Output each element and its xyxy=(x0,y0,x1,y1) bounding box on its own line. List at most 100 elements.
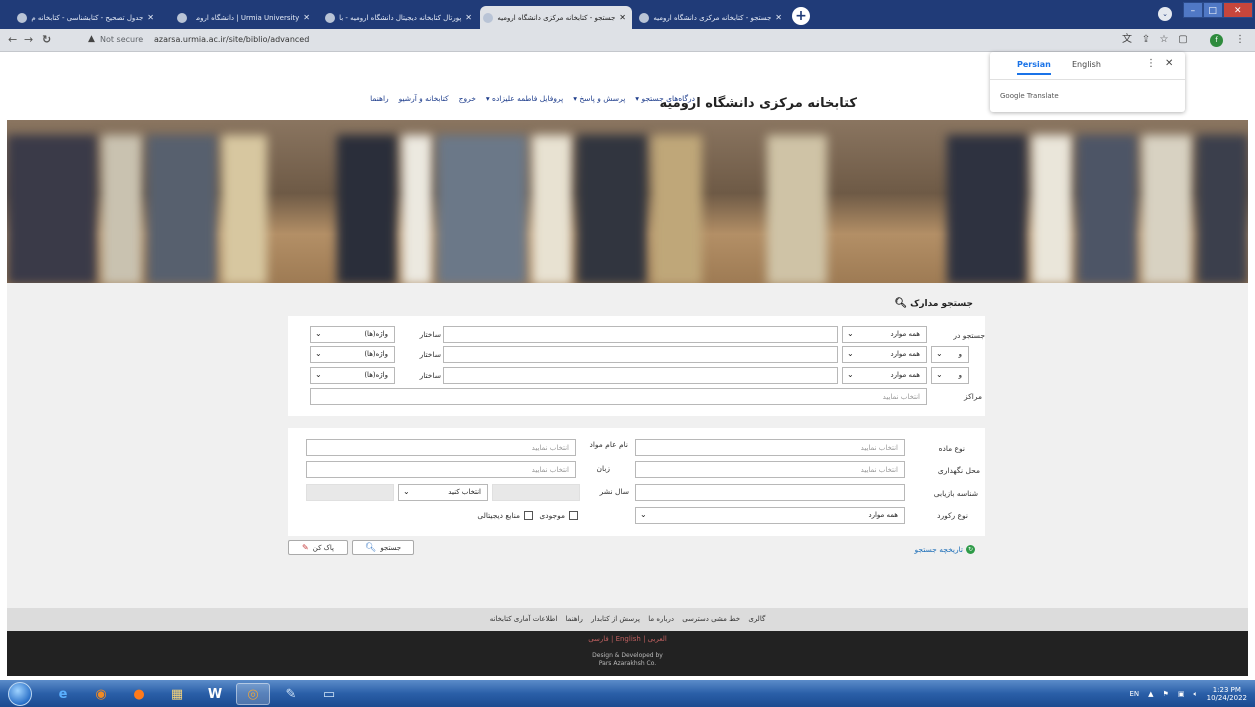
close-icon[interactable]: ✕ xyxy=(1165,58,1173,69)
credit-line-2: Pars Azarakhsh Co. xyxy=(598,660,657,667)
favicon-icon xyxy=(639,12,650,23)
profile-avatar[interactable]: f xyxy=(1210,34,1223,47)
footer-links: گالری خط مشی دسترسی درباره ما پرسش از کت… xyxy=(7,608,1248,631)
structure-select[interactable]: واژه(ها) ⌄ xyxy=(310,346,395,363)
operator-select[interactable]: و ⌄ xyxy=(931,367,969,384)
available-checkbox[interactable] xyxy=(569,511,578,520)
retrieval-id-input[interactable] xyxy=(635,484,905,501)
keyword-input[interactable] xyxy=(443,367,838,384)
close-tab-icon[interactable]: ✕ xyxy=(775,13,782,22)
close-tab-icon[interactable]: ✕ xyxy=(465,13,472,22)
footer-link-ask[interactable]: پرسش از کتابدار xyxy=(591,615,640,623)
keyword-input[interactable] xyxy=(443,326,838,343)
translate-lang-persian[interactable]: Persian xyxy=(1017,60,1051,75)
pub-year-from-input[interactable] xyxy=(306,484,394,501)
eraser-icon: ✎ xyxy=(302,543,309,552)
close-tab-icon[interactable]: ✕ xyxy=(619,13,626,22)
centers-input[interactable]: انتخاب نمایید xyxy=(310,388,927,405)
nav-logout[interactable]: خروج xyxy=(459,94,476,103)
close-window-icon[interactable]: ✕ xyxy=(1222,2,1253,18)
field-select[interactable]: همه موارد ⌄ xyxy=(842,367,927,384)
footer-link-about[interactable]: درباره ما xyxy=(648,615,674,623)
location-input[interactable]: انتخاب نمایید xyxy=(635,461,905,478)
menu-dots-icon[interactable]: ⋮ xyxy=(1146,58,1156,69)
material-type-label: نوع ماده xyxy=(938,444,965,453)
translate-icon[interactable]: 文 xyxy=(1120,33,1134,47)
nav-portals[interactable]: درگاه‌های جستجو ▾ xyxy=(635,94,695,103)
forward-arrow-icon[interactable]: → xyxy=(24,33,33,46)
pub-year-to-input[interactable] xyxy=(492,484,580,501)
main-nav: درگاه‌های جستجو ▾ پرسش و پاسخ ▾ پروفایل … xyxy=(275,94,695,103)
field-select[interactable]: همه موارد ⌄ xyxy=(842,326,927,343)
clear-button-label: پاک کن xyxy=(312,543,334,552)
share-icon[interactable]: ⇪ xyxy=(1139,33,1153,47)
search-button[interactable]: جستجو 🔍︎ xyxy=(352,540,414,555)
maximize-icon[interactable]: □ xyxy=(1202,2,1223,18)
browser-tab[interactable]: ✕ Urmia University | دانشگاه ارومیه xyxy=(196,6,316,29)
back-arrow-icon[interactable]: ← xyxy=(8,33,17,46)
footer-link-gallery[interactable]: گالری xyxy=(748,615,765,623)
browser-tab[interactable]: ✕ جستجو - کتابخانه مرکزی دانشگاه ارومیه xyxy=(636,6,788,29)
digital-checkbox[interactable] xyxy=(524,511,533,520)
minimize-icon[interactable]: – xyxy=(1183,2,1203,18)
available-label: موجودی xyxy=(539,511,565,520)
browser-tab-active[interactable]: ✕ جستجو - کتابخانه مرکزی دانشگاه ارومیه xyxy=(480,6,632,29)
flag-icon[interactable]: ⚑ xyxy=(1163,690,1169,698)
side-panel-icon[interactable]: ▢ xyxy=(1176,33,1190,47)
operator-select-value: و xyxy=(958,350,962,358)
nav-qa[interactable]: پرسش و پاسخ ▾ xyxy=(573,94,625,103)
clear-button[interactable]: پاک کن ✎ xyxy=(288,540,348,555)
address-bar[interactable]: ▲ Not secure azarsa.urmia.ac.ir/site/bib… xyxy=(82,32,1112,49)
search-icon: 🔍︎ xyxy=(364,542,377,553)
search-in-label: جستجو در xyxy=(953,331,985,340)
bookmark-star-icon[interactable]: ☆ xyxy=(1157,33,1171,47)
language-indicator[interactable]: EN xyxy=(1129,690,1139,698)
footer-language-links[interactable]: فارسی | English | العربی xyxy=(7,635,1248,643)
chrome-icon[interactable]: ◎ xyxy=(236,683,270,705)
reload-icon[interactable]: ↻ xyxy=(42,33,51,46)
browser-tab[interactable]: ✕ جدول تصحیح - کتابشناسی - کتابخانه م xyxy=(4,6,160,29)
structure-label: ساختار xyxy=(419,330,441,339)
nav-help[interactable]: راهنما xyxy=(370,94,389,103)
search-history-link[interactable]: ↻ تاریخچه جستجو xyxy=(915,545,975,554)
digital-label: منابع دیجیتالی xyxy=(477,511,520,520)
firefox-icon[interactable]: ● xyxy=(122,683,156,705)
tray-arrow-icon[interactable]: ▲ xyxy=(1148,690,1153,698)
pub-year-operator-select[interactable]: انتخاب کنید ⌄ xyxy=(398,484,488,501)
nav-profile[interactable]: پروفایل فاطمه علیزاده ▾ xyxy=(486,94,563,103)
operator-select[interactable]: و ⌄ xyxy=(931,346,969,363)
structure-select[interactable]: واژه(ها) ⌄ xyxy=(310,367,395,384)
window-icon[interactable]: ▭ xyxy=(312,683,346,705)
volume-icon[interactable]: 🔈︎ xyxy=(1193,690,1197,699)
material-type-input[interactable]: انتخاب نمایید xyxy=(635,439,905,456)
footer-link-stats[interactable]: اطلاعات آماری کتابخانه xyxy=(490,615,558,623)
close-tab-icon[interactable]: ✕ xyxy=(303,13,310,22)
translate-lang-english[interactable]: English xyxy=(1072,60,1101,69)
clock-time: 1:23 PM xyxy=(1212,686,1241,694)
network-icon[interactable]: ▣ xyxy=(1178,690,1185,698)
nav-archive[interactable]: کتابخانه و آرشیو xyxy=(399,94,449,103)
chevron-down-icon: ⌄ xyxy=(315,329,322,338)
record-type-select[interactable]: همه موارد ⌄ xyxy=(635,507,905,524)
clock[interactable]: 1:23 PM 10/24/2022 xyxy=(1207,686,1247,702)
field-select[interactable]: همه موارد ⌄ xyxy=(842,346,927,363)
close-tab-icon[interactable]: ✕ xyxy=(147,13,154,22)
start-button[interactable] xyxy=(8,682,32,706)
tab-search-icon[interactable]: ⌄ xyxy=(1158,7,1172,21)
general-material-input[interactable]: انتخاب نمایید xyxy=(306,439,576,456)
chevron-down-icon: ⌄ xyxy=(403,487,410,496)
paint-icon[interactable]: ✎ xyxy=(274,683,308,705)
browser-tab[interactable]: ✕ پورتال کتابخانه دیجیتال دانشگاه ارومیه… xyxy=(318,6,478,29)
keyword-input[interactable] xyxy=(443,346,838,363)
new-tab-button[interactable]: + xyxy=(792,7,810,25)
menu-dots-icon[interactable]: ⋮ xyxy=(1233,33,1247,47)
footer-link-policy[interactable]: خط مشی دسترسی xyxy=(682,615,740,623)
footer-link-help[interactable]: راهنما xyxy=(566,615,583,623)
media-player-icon[interactable]: ◉ xyxy=(84,683,118,705)
ie-icon[interactable]: e xyxy=(46,683,80,705)
word-icon[interactable]: W xyxy=(198,683,232,705)
language-input[interactable]: انتخاب نمایید xyxy=(306,461,576,478)
structure-select[interactable]: واژه(ها) ⌄ xyxy=(310,326,395,343)
browser-tab[interactable] xyxy=(163,6,193,29)
file-explorer-icon[interactable]: ▦ xyxy=(160,683,194,705)
